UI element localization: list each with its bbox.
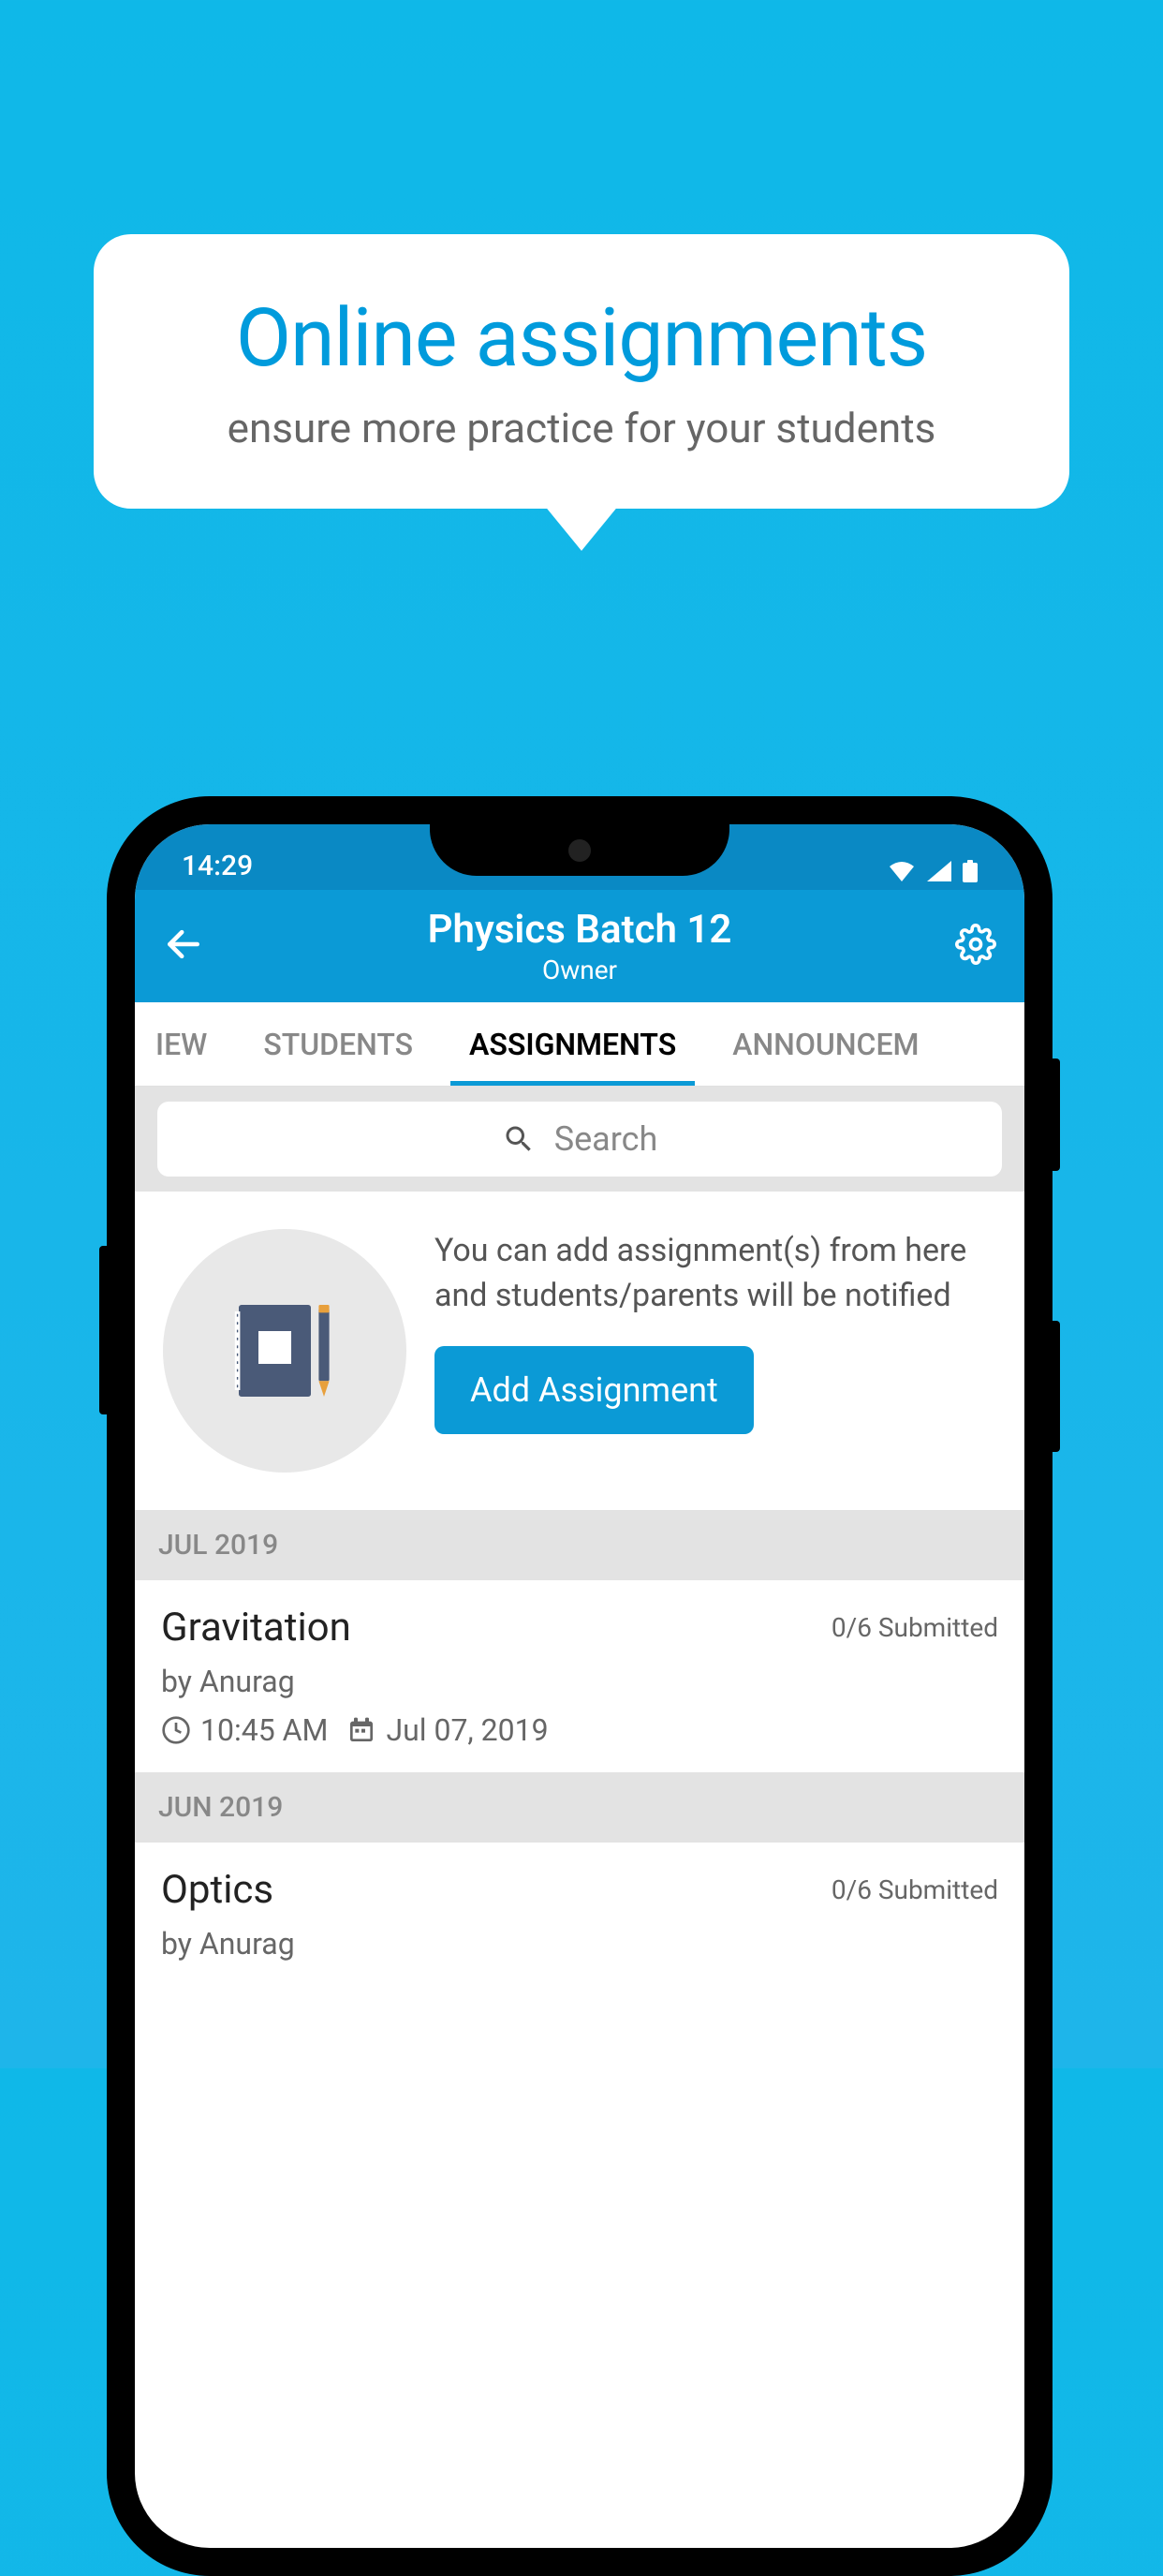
tab-overview[interactable]: IEW (135, 1002, 235, 1086)
clock-icon (161, 1715, 191, 1745)
status-time: 14:29 (182, 850, 253, 882)
battery-icon (963, 860, 978, 882)
month-header: JUN 2019 (135, 1772, 1024, 1843)
phone-screen: 14:29 Physics Batch 12 Owner IEW STUDEN (135, 824, 1024, 2548)
assignment-status: 0/6 Submitted (832, 1874, 998, 1905)
promo-arrow (539, 499, 624, 551)
arrow-left-icon (163, 924, 204, 965)
tab-announcements[interactable]: ANNOUNCEM (704, 1002, 947, 1086)
assignment-author: by Anurag (161, 1926, 998, 1962)
tab-students[interactable]: STUDENTS (235, 1002, 441, 1086)
add-assignment-button[interactable]: Add Assignment (434, 1346, 754, 1434)
info-content: You can add assignment(s) from here and … (434, 1229, 996, 1434)
month-header: JUL 2019 (135, 1510, 1024, 1580)
assignment-status: 0/6 Submitted (832, 1612, 998, 1643)
assignment-date: Jul 07, 2019 (386, 1712, 548, 1748)
search-input[interactable]: Search (157, 1102, 1002, 1177)
search-placeholder: Search (554, 1119, 658, 1159)
phone-side-button (1053, 1059, 1060, 1171)
tab-bar: IEW STUDENTS ASSIGNMENTS ANNOUNCEM (135, 1002, 1024, 1087)
info-illustration (163, 1229, 406, 1473)
signal-icon (927, 861, 951, 881)
header-title-block: Physics Batch 12 Owner (204, 907, 955, 985)
app-header: Physics Batch 12 Owner (135, 890, 1024, 1002)
assignment-time: 10:45 AM (200, 1712, 328, 1748)
assignment-item[interactable]: Gravitation 0/6 Submitted by Anurag 10:4… (135, 1580, 1024, 1772)
page-title: Physics Batch 12 (204, 907, 955, 953)
back-button[interactable] (163, 924, 204, 969)
promo-title: Online assignments (122, 290, 1041, 385)
phone-camera (568, 839, 591, 862)
assignment-title: Optics (161, 1867, 273, 1913)
notebook-icon (219, 1285, 350, 1416)
calendar-icon (346, 1715, 376, 1745)
info-card: You can add assignment(s) from here and … (135, 1192, 1024, 1510)
wifi-icon (888, 861, 916, 881)
status-indicators (888, 860, 978, 882)
gear-icon (955, 924, 996, 965)
promo-card: Online assignments ensure more practice … (94, 234, 1069, 509)
phone-frame: 14:29 Physics Batch 12 Owner IEW STUDEN (107, 796, 1053, 2576)
assignment-meta: 10:45 AM Jul 07, 2019 (161, 1712, 998, 1748)
phone-side-button (1053, 1321, 1060, 1452)
page-subtitle: Owner (204, 955, 955, 985)
phone-notch (430, 824, 729, 876)
assignment-author: by Anurag (161, 1664, 998, 1699)
assignment-title: Gravitation (161, 1605, 351, 1651)
tab-assignments[interactable]: ASSIGNMENTS (441, 1002, 704, 1086)
search-icon (502, 1122, 536, 1156)
info-text: You can add assignment(s) from here and … (434, 1229, 996, 1318)
assignment-item[interactable]: Optics 0/6 Submitted by Anurag (135, 1843, 1024, 1986)
search-area: Search (135, 1087, 1024, 1192)
phone-side-button (99, 1246, 107, 1414)
promo-subtitle: ensure more practice for your students (122, 404, 1041, 452)
settings-button[interactable] (955, 924, 996, 969)
